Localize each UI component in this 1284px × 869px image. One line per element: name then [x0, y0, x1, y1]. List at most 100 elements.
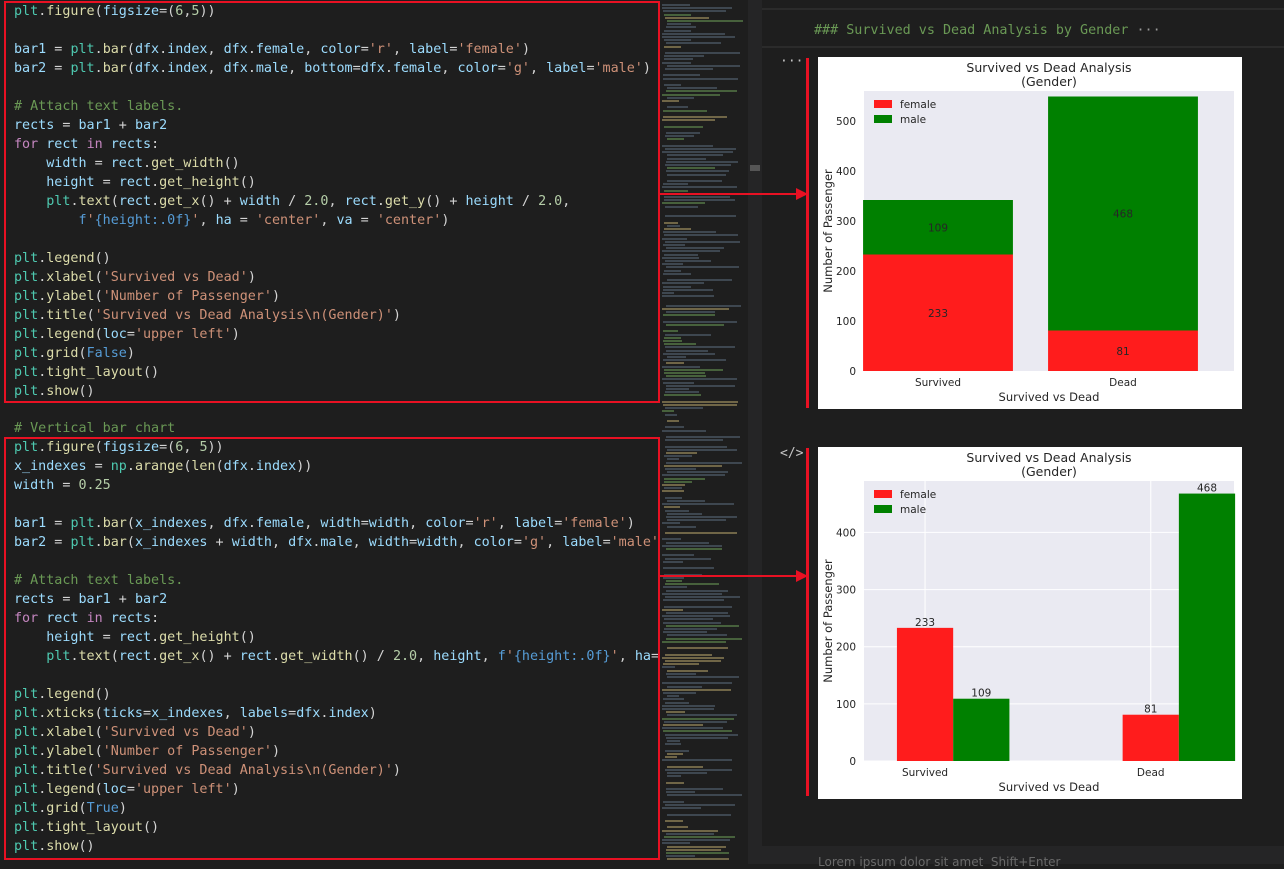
minimap-line — [665, 407, 703, 410]
minimap-line — [662, 615, 730, 618]
minimap-line — [665, 509, 689, 512]
minimap-line — [667, 356, 686, 358]
minimap-line — [664, 394, 701, 397]
ellipsis-icon[interactable]: ··· — [780, 54, 803, 69]
minimap-line — [662, 474, 725, 477]
minimap-line — [667, 173, 726, 176]
minimap-line — [665, 496, 682, 499]
minimap-line — [667, 180, 722, 182]
minimap-line — [667, 813, 731, 816]
minimap-line — [666, 132, 700, 134]
minimap-line — [663, 631, 707, 634]
minimap-line — [667, 519, 726, 522]
minimap-line — [665, 346, 735, 349]
minimap-line — [662, 378, 737, 381]
minimap-line — [665, 557, 711, 560]
minimap-line — [662, 144, 713, 147]
minimap-line — [665, 260, 711, 262]
minimap-line — [664, 45, 681, 48]
cell-separator — [762, 46, 1284, 48]
minimap-line — [667, 138, 684, 141]
minimap-line — [664, 13, 691, 16]
y-tick-label: 200 — [836, 642, 856, 654]
minimap-line — [665, 596, 740, 598]
minimap-line — [665, 215, 736, 218]
ellipsis-icon[interactable]: ··· — [1136, 23, 1160, 38]
minimap-line — [666, 516, 737, 518]
minimap-line — [662, 429, 706, 432]
scrollbar-thumb[interactable] — [750, 165, 760, 171]
minimap-line — [667, 23, 691, 26]
chart-title: (Gender) — [1021, 464, 1077, 479]
y-tick-label: 400 — [836, 166, 856, 178]
minimap-line — [663, 74, 700, 77]
minimap-line — [666, 637, 742, 640]
minimap-line — [665, 413, 677, 416]
minimap-line — [666, 247, 724, 250]
minimap-line — [667, 167, 715, 170]
minimap-line — [662, 839, 730, 842]
code-editor[interactable]: plt.figure(figsize=(6,5)) bar1 = plt.bar(… — [0, 0, 660, 864]
y-tick-label: 400 — [836, 527, 856, 539]
minimap-line — [667, 775, 681, 778]
minimap-line — [662, 759, 732, 762]
code-icon[interactable]: </> — [780, 446, 803, 461]
minimap-line — [664, 39, 691, 42]
minimap-line — [664, 480, 692, 483]
minimap-line — [664, 253, 698, 256]
minimap-line — [665, 653, 712, 656]
minimap-line — [666, 711, 685, 714]
minimap-line — [662, 807, 701, 810]
minimap-line — [666, 461, 742, 464]
minimap-line — [662, 704, 715, 707]
minimap-line — [664, 618, 713, 621]
minimap-line — [667, 647, 728, 650]
minimap-line — [666, 304, 741, 307]
minimap-line — [666, 624, 739, 627]
minimap-line — [666, 170, 729, 173]
x-tick-label: Survived — [902, 767, 948, 779]
minimap-line — [663, 285, 691, 288]
minimap-line — [666, 42, 721, 45]
minimap-line — [665, 820, 683, 822]
minimap-line — [662, 544, 722, 547]
minimap-line — [666, 452, 697, 454]
markdown-heading[interactable]: ### Survived vs Dead Analysis by Gender … — [814, 23, 1161, 38]
minimap-line — [667, 96, 694, 99]
minimap-line — [663, 183, 688, 186]
chart-grouped: Survived vs Dead Analysis (Gender) 0 100 200… — [818, 447, 1242, 799]
minimap-line — [666, 855, 695, 858]
minimap-line — [662, 640, 726, 643]
data-label: 468 — [1113, 209, 1133, 221]
legend-label: male — [900, 504, 926, 516]
minimap-line — [666, 349, 708, 352]
minimap-line — [663, 77, 738, 80]
minimap-line — [666, 541, 709, 544]
minimap-line — [663, 599, 724, 602]
minimap-line — [666, 384, 735, 387]
minimap-line — [666, 160, 738, 163]
minimap-line — [662, 365, 700, 368]
legend-label: female — [900, 99, 936, 111]
minimap-line — [667, 64, 740, 67]
x-axis-label: Survived vs Dead — [999, 780, 1100, 794]
minimap-line — [662, 682, 732, 685]
minimap-line — [664, 234, 738, 237]
minimap-line — [665, 733, 738, 736]
minimap-line — [667, 858, 729, 861]
minimap-line — [664, 343, 696, 346]
y-tick-label: 300 — [836, 585, 856, 597]
minimap-line — [664, 221, 678, 224]
minimap-line — [664, 58, 693, 61]
minimap-line — [663, 340, 682, 342]
minimap-line — [666, 311, 715, 314]
highlight-box-cell-2 — [4, 437, 660, 860]
minimap-line — [662, 554, 694, 557]
minimap-line — [664, 506, 680, 509]
vertical-scrollbar[interactable] — [748, 0, 762, 864]
legend-swatch — [874, 505, 892, 513]
minimap-line — [662, 36, 735, 38]
minimap-line — [663, 381, 694, 384]
minimap[interactable] — [660, 0, 748, 864]
minimap-line — [665, 532, 737, 534]
